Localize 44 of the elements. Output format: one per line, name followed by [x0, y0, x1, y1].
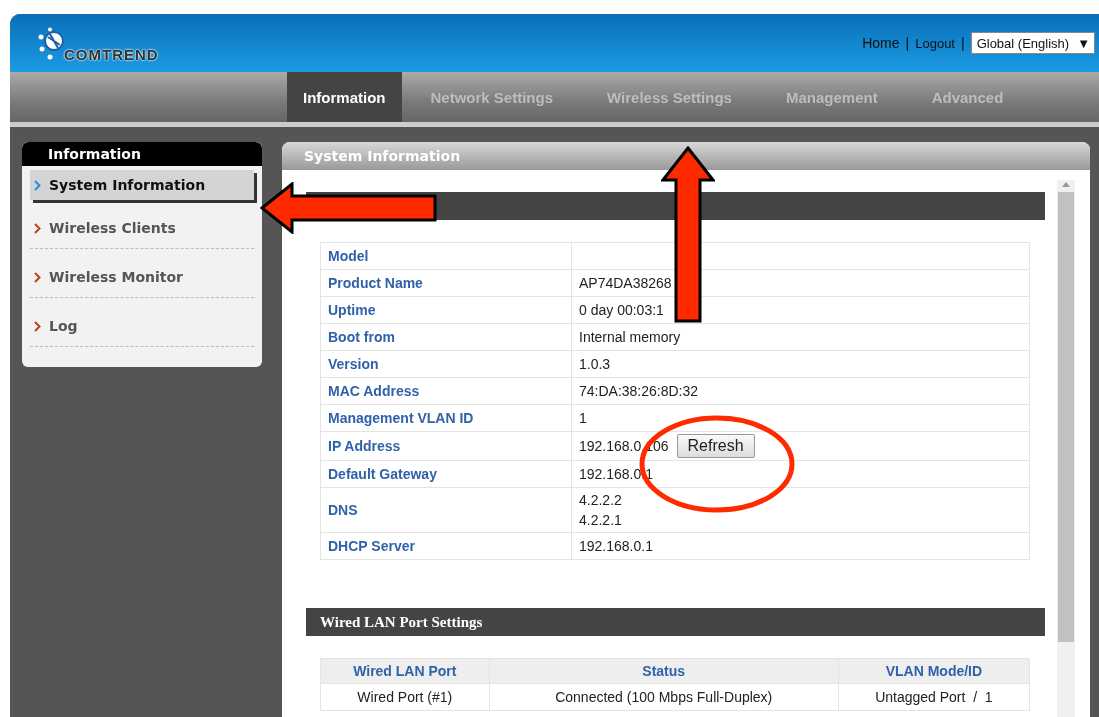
separator: | — [905, 35, 910, 51]
table-cell: 74:DA:38:26:8D:32 — [571, 377, 1030, 405]
table-label: Model — [320, 242, 572, 270]
table-cell: Internal memory — [571, 323, 1030, 351]
nav-tab[interactable]: Information — [287, 72, 402, 122]
refresh-button[interactable]: Refresh — [676, 434, 755, 458]
table-label: Management VLAN ID — [320, 404, 572, 432]
section-bar: Wired LAN Port Settings — [306, 608, 1045, 636]
table-cell: Wired Port (#1) — [320, 683, 490, 711]
table-cell: Untagged Port / 1 — [838, 683, 1030, 711]
table-label: Default Gateway — [320, 460, 572, 488]
table-label: DNS — [320, 487, 572, 533]
header-link[interactable]: Home — [862, 35, 900, 51]
table-label: Boot from — [320, 323, 572, 351]
table-cell: 1 — [571, 404, 1030, 432]
table-label: Uptime — [320, 296, 572, 324]
sidebar-title: Information — [22, 142, 262, 166]
chevron-icon — [34, 271, 41, 283]
scrollbar[interactable] — [1057, 180, 1075, 717]
table-cell: 1.0.3 — [571, 350, 1030, 378]
column-header: Wired LAN Port — [320, 658, 490, 684]
table-cell: 192.168.0.1 — [571, 532, 1030, 560]
language-select[interactable]: Global (English) ▼ — [970, 32, 1095, 54]
sidebar-item[interactable]: Log — [30, 306, 254, 347]
sidebar-item[interactable]: System Information — [30, 170, 254, 200]
table-cell: Connected (100 Mbps Full-Duplex) — [489, 683, 839, 711]
separator: | — [961, 35, 965, 51]
panel-title: System Information — [282, 142, 1090, 170]
column-header: Status — [489, 658, 839, 684]
sidebar-item[interactable]: Wireless Clients — [30, 208, 254, 249]
header-link[interactable]: Logout — [915, 35, 955, 51]
column-header: VLAN Mode/ID — [838, 658, 1030, 684]
table-label: DHCP Server — [320, 532, 572, 560]
scroll-up-icon[interactable] — [1061, 180, 1071, 188]
table-label: MAC Address — [320, 377, 572, 405]
table-label: Version — [320, 350, 572, 378]
chevron-icon — [34, 320, 41, 332]
chevron-icon — [34, 222, 41, 234]
table-label: Product Name — [320, 269, 572, 297]
sidebar-item[interactable]: Wireless Monitor — [30, 257, 254, 298]
chevron-icon — [34, 179, 41, 191]
logo-text: COMTREND — [64, 45, 159, 63]
table-cell: 4.2.2.2 4.2.2.1 — [571, 487, 1030, 533]
table-label: IP Address — [320, 431, 572, 461]
